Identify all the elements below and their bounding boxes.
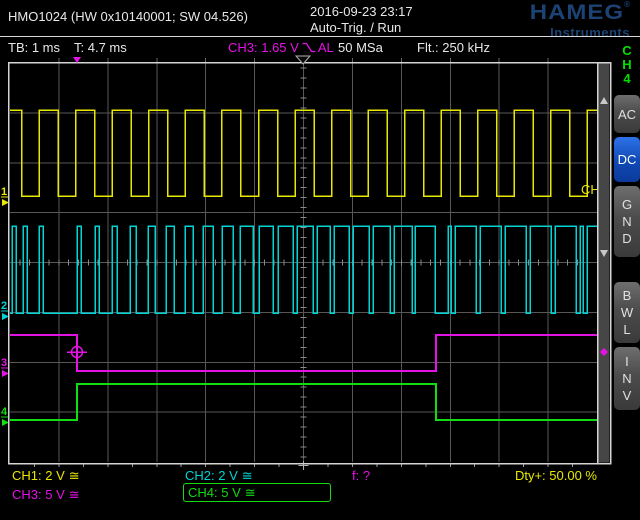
menu-channel-label: C H 4 (614, 44, 640, 86)
brand-subtext: Instruments (530, 26, 630, 39)
coupling-gnd-button[interactable]: G N D (614, 186, 640, 257)
device-model-info: HMO1024 (HW 0x10140001; SW 04.526) (8, 9, 248, 24)
ch3-readout: CH3: 5 V ≅ (12, 487, 80, 503)
ch1-coupling-icon: ≅ (69, 468, 80, 483)
vertical-scrollbar[interactable] (599, 64, 610, 463)
svg-text:3: 3 (1, 357, 7, 369)
bandwidth-limit-button[interactable]: B W L (614, 282, 640, 343)
ch3-coupling-icon: ≅ (69, 487, 80, 502)
frequency-readout: f: ? (352, 468, 370, 483)
ch2-coupling-icon: ≅ (242, 468, 253, 483)
waveform-display: CH,1234 (0, 52, 612, 472)
ch1-scale-text: CH1: 2 V (12, 468, 65, 483)
svg-text:1: 1 (1, 186, 7, 198)
ch1-readout: CH1: 2 V ≅ (12, 468, 80, 484)
coupling-ac-button[interactable]: AC (614, 95, 640, 133)
svg-text:4: 4 (1, 406, 8, 418)
header-separator (0, 36, 640, 37)
invert-button[interactable]: I N V (614, 347, 640, 410)
coupling-dc-button[interactable]: DC (614, 137, 640, 182)
hameg-logo: HAMEG® Instruments (530, 1, 630, 39)
ch4-scale-text: CH4: 5 V (188, 485, 241, 500)
ch4-readout-selected[interactable]: CH4: 5 V ≅ (183, 483, 331, 502)
ch2-scale-text: CH2: 2 V (185, 468, 238, 483)
ch4-readout: CH4: 5 V ≅ (188, 485, 256, 501)
ch2-readout: CH2: 2 V ≅ (185, 468, 253, 484)
brand-text: HAMEG (530, 2, 624, 23)
oscilloscope-screen: HMO1024 (HW 0x10140001; SW 04.526) 2016-… (0, 0, 640, 520)
ch3-scale-text: CH3: 5 V (12, 487, 65, 502)
registered-mark: ® (624, 0, 630, 9)
ch4-coupling-icon: ≅ (245, 485, 256, 500)
datetime: 2016-09-23 23:17 (310, 4, 413, 20)
trigger-mode-status: Auto-Trig. / Run (310, 20, 413, 36)
svg-text:2: 2 (1, 300, 7, 312)
duty-cycle-readout: Dty+: 50.00 % (515, 468, 597, 483)
